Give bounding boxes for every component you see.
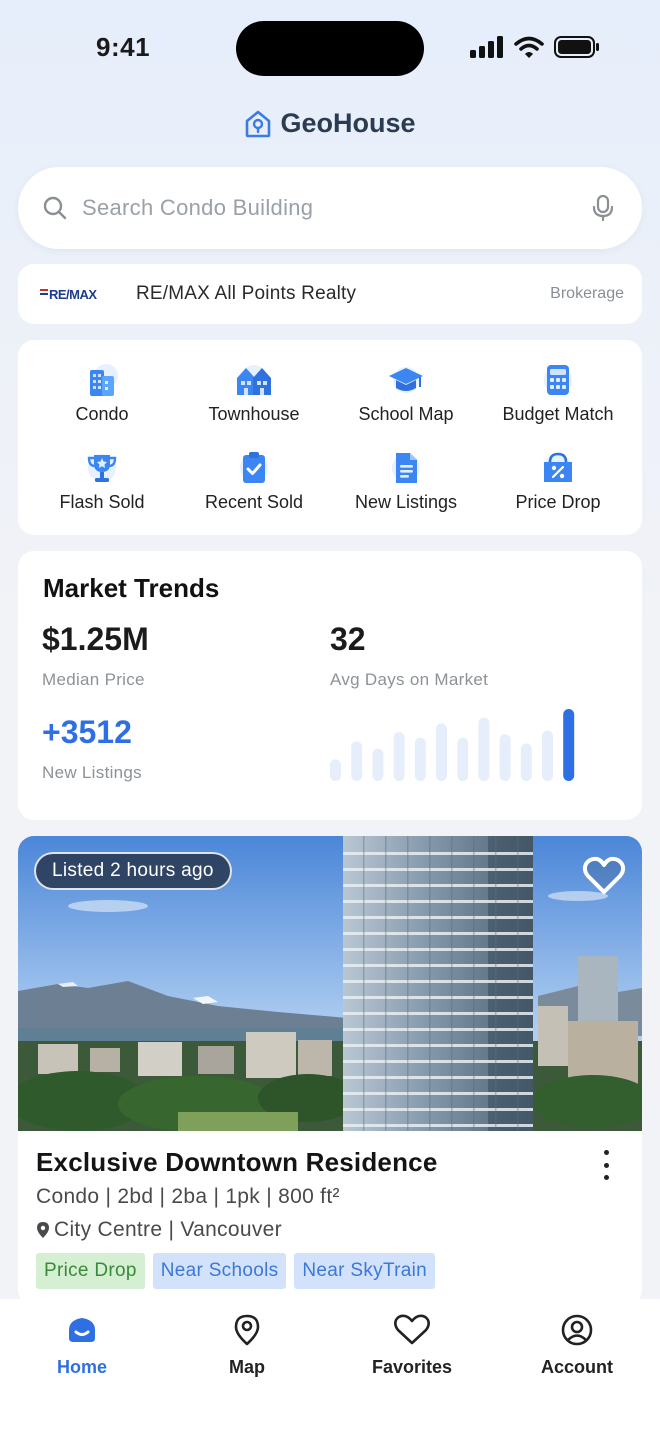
trend-bar xyxy=(542,730,553,781)
trend-bar xyxy=(436,723,447,781)
trend-bar-chart xyxy=(330,709,575,781)
category-budget-match[interactable]: Budget Match xyxy=(482,360,634,425)
percent-bag-icon xyxy=(544,452,572,482)
avg-days-value: 32 xyxy=(330,621,366,657)
bottom-tab-bar: Home Map Favorites Account xyxy=(0,1299,660,1434)
tab-label: Account xyxy=(541,1357,613,1377)
category-price-drop[interactable]: Price Drop xyxy=(482,448,634,513)
search-input[interactable]: Search Condo Building xyxy=(82,195,592,221)
listing-tags: Price Drop Near Schools Near SkyTrain xyxy=(36,1253,436,1289)
category-label: Condo xyxy=(75,404,129,424)
more-options-icon[interactable] xyxy=(596,1150,616,1180)
trend-bar xyxy=(393,732,405,781)
remax-logo-text: RE/MAX xyxy=(49,286,97,302)
geohouse-logo-icon xyxy=(246,110,271,137)
account-icon xyxy=(561,1314,593,1346)
new-listings-value: +3512 xyxy=(42,714,132,750)
tab-home[interactable]: Home xyxy=(17,1313,147,1378)
median-price-label: Median Price xyxy=(42,670,145,689)
listing-specs: Condo | 2bd | 2ba | 1pk | 800 ft² xyxy=(36,1185,340,1208)
building-icon xyxy=(90,364,118,396)
tab-account[interactable]: Account xyxy=(512,1313,642,1378)
category-label: Townhouse xyxy=(208,404,300,424)
category-label: New Listings xyxy=(354,492,458,512)
tab-favorites[interactable]: Favorites xyxy=(347,1313,477,1378)
category-condo[interactable]: Condo xyxy=(26,360,178,425)
new-listings-label: New Listings xyxy=(42,763,142,782)
category-grid: Condo Townhouse School Map Budget Match … xyxy=(18,340,642,535)
avg-days-label: Avg Days on Market xyxy=(330,670,489,689)
status-time: 9:41 xyxy=(96,32,151,62)
clipboard-check-icon xyxy=(240,452,268,483)
microphone-icon[interactable] xyxy=(592,194,614,222)
trend-bar xyxy=(499,734,511,781)
category-flash-sold[interactable]: Flash Sold xyxy=(26,448,178,513)
tab-label: Map xyxy=(229,1357,265,1377)
category-label: Recent Sold xyxy=(204,492,304,512)
dynamic-island xyxy=(236,21,424,76)
status-icons xyxy=(470,36,600,58)
trend-bar xyxy=(457,737,469,781)
cellular-signal-icon xyxy=(470,36,503,58)
listing-location-text: City Centre | Vancouver xyxy=(54,1218,282,1241)
location-pin-icon xyxy=(37,1222,49,1238)
category-label: Flash Sold xyxy=(59,492,145,512)
tag-price-drop: Price Drop xyxy=(36,1253,145,1289)
market-trends-title: Market Trends xyxy=(43,573,220,603)
listed-time-badge: Listed 2 hours ago xyxy=(34,852,232,890)
remax-logo: RE/MAX xyxy=(40,287,116,302)
category-school-map[interactable]: School Map xyxy=(330,360,482,425)
brand-name: GeoHouse xyxy=(280,108,416,138)
trend-bar xyxy=(478,717,490,781)
document-icon xyxy=(392,453,420,483)
townhouse-icon xyxy=(237,365,271,395)
search-bar[interactable]: Search Condo Building xyxy=(18,167,642,249)
battery-icon xyxy=(554,36,599,58)
trend-bar xyxy=(351,741,363,781)
category-new-listings[interactable]: New Listings xyxy=(330,448,482,513)
category-townhouse[interactable]: Townhouse xyxy=(178,360,330,425)
app-brand: GeoHouse xyxy=(0,108,660,139)
remax-balloon-icon xyxy=(40,289,48,295)
favorite-heart-icon[interactable] xyxy=(582,856,626,896)
category-label: Budget Match xyxy=(502,404,614,424)
graduation-cap-icon xyxy=(389,367,423,393)
status-bar: 9:41 xyxy=(0,0,660,100)
brokerage-card[interactable]: RE/MAX RE/MAX All Points Realty Brokerag… xyxy=(18,264,642,324)
brokerage-tag: Brokerage xyxy=(550,285,624,302)
brokerage-name: RE/MAX All Points Realty xyxy=(136,283,357,304)
tab-label: Home xyxy=(56,1357,107,1377)
tab-label: Favorites xyxy=(371,1357,453,1377)
median-price-value: $1.25M xyxy=(42,621,149,657)
trend-bar xyxy=(414,737,426,781)
market-trends-card[interactable]: Market Trends $1.25M Median Price 32 Avg… xyxy=(18,551,642,820)
trend-bar xyxy=(563,709,575,781)
listing-location: City Centre | Vancouver xyxy=(36,1218,282,1242)
trend-bar xyxy=(372,748,384,781)
wifi-icon xyxy=(514,36,544,58)
listing-title[interactable]: Exclusive Downtown Residence xyxy=(36,1147,438,1178)
home-icon xyxy=(69,1318,95,1342)
tag-near-skytrain: Near SkyTrain xyxy=(294,1253,436,1289)
calculator-icon xyxy=(544,365,572,395)
trend-bar xyxy=(520,743,532,781)
category-recent-sold[interactable]: Recent Sold xyxy=(178,448,330,513)
search-icon xyxy=(43,196,67,220)
trophy-icon xyxy=(87,454,117,482)
listing-card[interactable]: Listed 2 hours ago Exclusive Downtown Re… xyxy=(18,836,642,1306)
heart-icon xyxy=(394,1314,430,1345)
trend-bar xyxy=(330,759,341,781)
map-pin-icon xyxy=(234,1314,260,1346)
category-label: Price Drop xyxy=(515,492,601,512)
tab-map[interactable]: Map xyxy=(182,1313,312,1378)
tag-near-schools: Near Schools xyxy=(152,1253,287,1289)
category-label: School Map xyxy=(358,404,454,424)
